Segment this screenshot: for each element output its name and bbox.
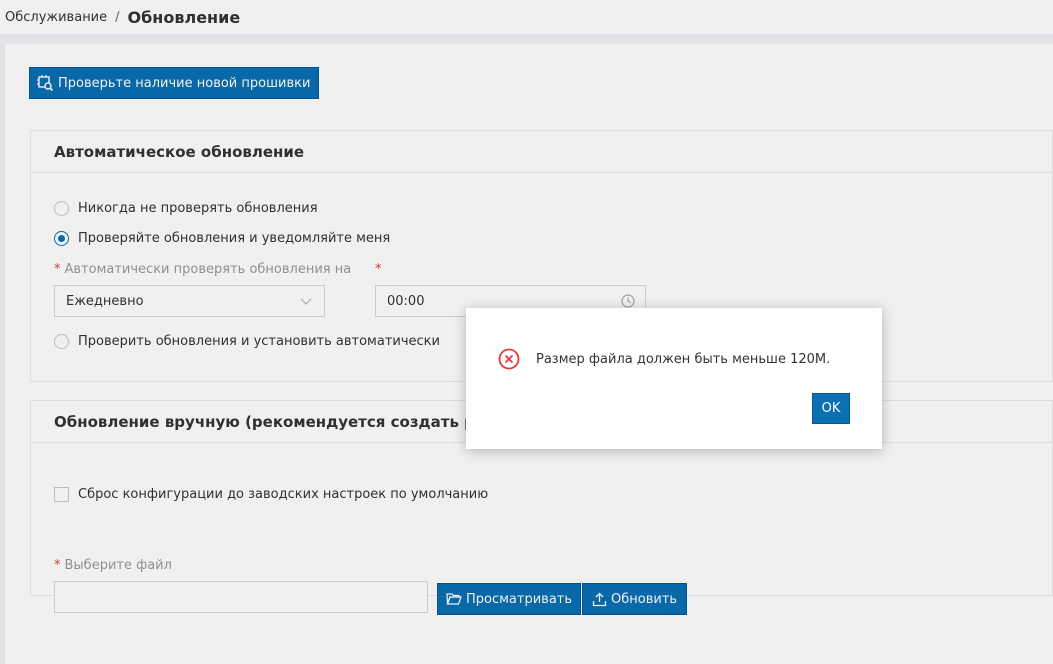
- error-message: Размер файла должен быть меньше 120M.: [536, 351, 831, 367]
- ok-button[interactable]: OK: [812, 393, 850, 424]
- error-message-row: Размер файла должен быть меньше 120M.: [498, 348, 830, 370]
- error-circle-icon: [498, 348, 520, 370]
- error-dialog: Размер файла должен быть меньше 120M. OK: [466, 308, 882, 449]
